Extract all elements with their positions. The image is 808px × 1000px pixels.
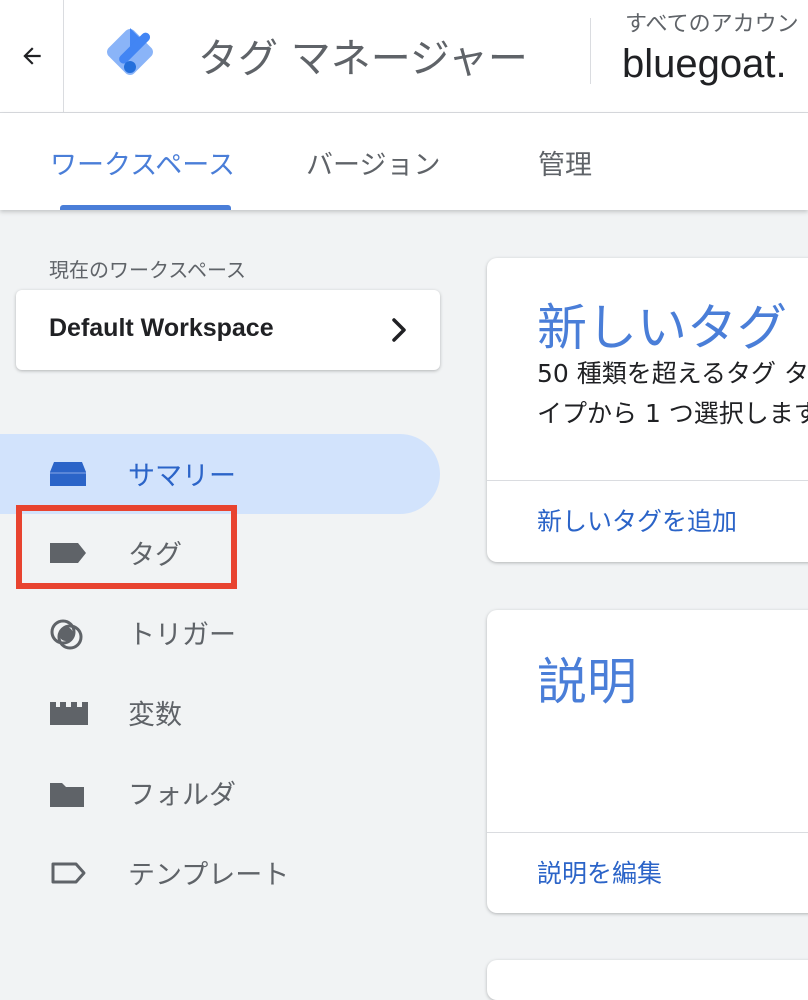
tab-workspace[interactable]: ワークスペース [50, 143, 235, 182]
workspace-label: 現在のワークスペース [49, 258, 246, 282]
next-card [487, 960, 808, 1000]
workspace-selector[interactable]: Default Workspace [16, 290, 440, 370]
variables-icon [50, 702, 88, 725]
sidebar-item-label: 変数 [128, 700, 182, 731]
highlight-annotation [16, 505, 237, 589]
top-app-bar: タグ マネージャー すべてのアカウン bluegoat. [0, 0, 808, 113]
edit-description-link[interactable]: 説明を編集 [537, 854, 662, 890]
add-new-tag-link[interactable]: 新しいタグを追加 [537, 502, 737, 538]
sidebar-item-label: フォルダ [128, 780, 236, 811]
description-card: 説明 説明を編集 [487, 610, 808, 913]
sidebar-item-label: トリガー [128, 620, 236, 651]
chevron-right-icon [392, 318, 406, 342]
card-title: 新しいタグ [537, 299, 787, 357]
trigger-icon [50, 619, 83, 650]
app-title: タグ マネージャー [198, 36, 528, 82]
tab-bar: ワークスペース バージョン 管理 [0, 113, 808, 210]
sidebar-item-summary[interactable]: サマリー [0, 434, 440, 514]
account-name[interactable]: bluegoat. [622, 42, 787, 87]
sidebar-item-variables[interactable]: 変数 [0, 673, 440, 753]
tab-admin[interactable]: 管理 [538, 143, 592, 182]
tag-manager-logo-icon [107, 28, 153, 75]
sidebar-item-templates[interactable]: テンプレート [0, 833, 440, 913]
header-divider [590, 18, 591, 84]
active-tab-indicator [60, 205, 231, 210]
template-icon [51, 862, 86, 884]
new-tag-card: 新しいタグ 50 種類を超えるタグ タイプから 1 つ選択します 新しいタグを追… [487, 258, 808, 562]
workspace-name: Default Workspace [49, 314, 274, 342]
account-label: すべてのアカウン [625, 12, 799, 37]
sidebar-item-folders[interactable]: フォルダ [0, 753, 440, 833]
tab-versions[interactable]: バージョン [306, 143, 440, 182]
sidebar-item-triggers[interactable]: トリガー [0, 593, 440, 673]
sidebar-item-label: テンプレート [128, 860, 290, 891]
folder-icon [50, 783, 84, 807]
back-button[interactable] [0, 0, 64, 112]
card-title: 説明 [537, 653, 637, 711]
card-divider [487, 832, 808, 833]
card-divider [487, 480, 808, 481]
summary-icon [50, 462, 86, 486]
sidebar-item-label: サマリー [128, 461, 236, 492]
card-description: 50 種類を超えるタグ タイプから 1 つ選択します [537, 359, 808, 428]
arrow-back-icon [22, 47, 41, 65]
